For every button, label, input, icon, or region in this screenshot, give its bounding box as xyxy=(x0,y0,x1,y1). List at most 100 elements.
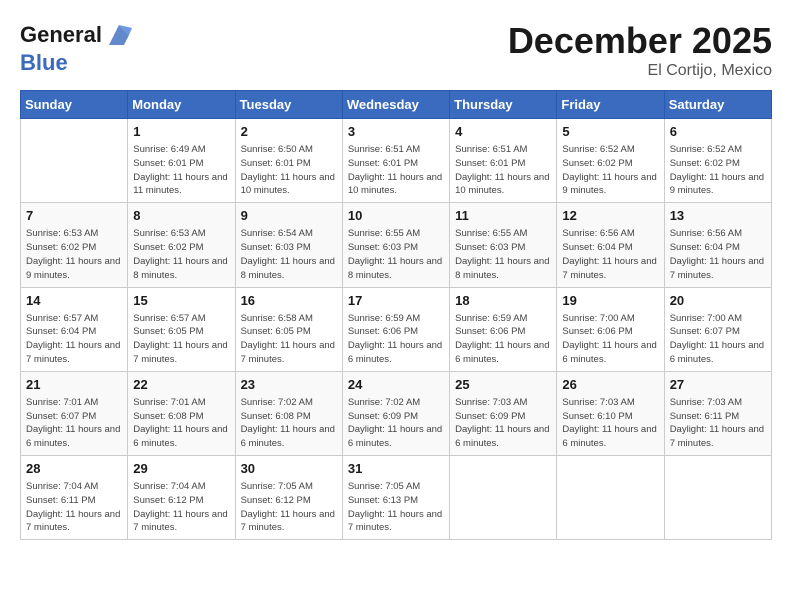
day-info: Sunrise: 6:54 AMSunset: 6:03 PMDaylight:… xyxy=(241,227,337,282)
day-info: Sunrise: 6:53 AMSunset: 6:02 PMDaylight:… xyxy=(133,227,229,282)
logo-icon xyxy=(104,20,134,50)
calendar-cell: 18 Sunrise: 6:59 AMSunset: 6:06 PMDayligh… xyxy=(450,287,557,371)
day-info: Sunrise: 6:57 AMSunset: 6:05 PMDaylight:… xyxy=(133,312,229,367)
day-number: 3 xyxy=(348,123,444,141)
calendar-cell: 22 Sunrise: 7:01 AMSunset: 6:08 PMDayligh… xyxy=(128,371,235,455)
calendar-cell xyxy=(557,456,664,540)
day-info: Sunrise: 6:59 AMSunset: 6:06 PMDaylight:… xyxy=(348,312,444,367)
day-number: 24 xyxy=(348,376,444,394)
day-info: Sunrise: 6:56 AMSunset: 6:04 PMDaylight:… xyxy=(562,227,658,282)
day-number: 11 xyxy=(455,207,551,225)
day-number: 29 xyxy=(133,460,229,478)
day-info: Sunrise: 6:55 AMSunset: 6:03 PMDaylight:… xyxy=(455,227,551,282)
day-number: 31 xyxy=(348,460,444,478)
calendar-cell: 13 Sunrise: 6:56 AMSunset: 6:04 PMDayligh… xyxy=(664,203,771,287)
day-number: 16 xyxy=(241,292,337,310)
day-number: 2 xyxy=(241,123,337,141)
calendar-cell: 12 Sunrise: 6:56 AMSunset: 6:04 PMDayligh… xyxy=(557,203,664,287)
day-number: 12 xyxy=(562,207,658,225)
day-info: Sunrise: 7:05 AMSunset: 6:12 PMDaylight:… xyxy=(241,480,337,535)
header-wednesday: Wednesday xyxy=(342,91,449,119)
month-title: December 2025 xyxy=(508,20,772,62)
day-info: Sunrise: 7:03 AMSunset: 6:10 PMDaylight:… xyxy=(562,396,658,451)
day-info: Sunrise: 6:57 AMSunset: 6:04 PMDaylight:… xyxy=(26,312,122,367)
calendar-cell: 14 Sunrise: 6:57 AMSunset: 6:04 PMDayligh… xyxy=(21,287,128,371)
logo-general: General xyxy=(20,23,102,47)
week-row-4: 28 Sunrise: 7:04 AMSunset: 6:11 PMDayligh… xyxy=(21,456,772,540)
calendar-cell: 16 Sunrise: 6:58 AMSunset: 6:05 PMDayligh… xyxy=(235,287,342,371)
day-number: 22 xyxy=(133,376,229,394)
day-info: Sunrise: 6:52 AMSunset: 6:02 PMDaylight:… xyxy=(562,143,658,198)
day-number: 13 xyxy=(670,207,766,225)
day-info: Sunrise: 7:01 AMSunset: 6:07 PMDaylight:… xyxy=(26,396,122,451)
day-info: Sunrise: 7:05 AMSunset: 6:13 PMDaylight:… xyxy=(348,480,444,535)
day-number: 28 xyxy=(26,460,122,478)
logo: General Blue xyxy=(20,20,134,76)
calendar-cell: 4Sunrise: 6:51 AMSunset: 6:01 PMDaylight… xyxy=(450,119,557,203)
day-number: 27 xyxy=(670,376,766,394)
week-row-0: 1Sunrise: 6:49 AMSunset: 6:01 PMDaylight… xyxy=(21,119,772,203)
calendar-cell: 26 Sunrise: 7:03 AMSunset: 6:10 PMDayligh… xyxy=(557,371,664,455)
day-number: 8 xyxy=(133,207,229,225)
day-number: 19 xyxy=(562,292,658,310)
day-info: Sunrise: 6:51 AMSunset: 6:01 PMDaylight:… xyxy=(348,143,444,198)
calendar-cell: 29 Sunrise: 7:04 AMSunset: 6:12 PMDayligh… xyxy=(128,456,235,540)
day-info: Sunrise: 7:03 AMSunset: 6:11 PMDaylight:… xyxy=(670,396,766,451)
day-number: 18 xyxy=(455,292,551,310)
header-friday: Friday xyxy=(557,91,664,119)
day-number: 9 xyxy=(241,207,337,225)
day-number: 17 xyxy=(348,292,444,310)
day-number: 4 xyxy=(455,123,551,141)
week-row-1: 7 Sunrise: 6:53 AMSunset: 6:02 PMDaylight… xyxy=(21,203,772,287)
day-number: 30 xyxy=(241,460,337,478)
day-number: 21 xyxy=(26,376,122,394)
day-info: Sunrise: 7:03 AMSunset: 6:09 PMDaylight:… xyxy=(455,396,551,451)
day-number: 15 xyxy=(133,292,229,310)
calendar-header: SundayMondayTuesdayWednesdayThursdayFrid… xyxy=(21,91,772,119)
day-number: 7 xyxy=(26,207,122,225)
day-number: 23 xyxy=(241,376,337,394)
day-info: Sunrise: 7:00 AMSunset: 6:06 PMDaylight:… xyxy=(562,312,658,367)
day-number: 25 xyxy=(455,376,551,394)
header-monday: Monday xyxy=(128,91,235,119)
day-info: Sunrise: 6:55 AMSunset: 6:03 PMDaylight:… xyxy=(348,227,444,282)
calendar-cell xyxy=(664,456,771,540)
calendar-cell: 24Sunrise: 7:02 AMSunset: 6:09 PMDayligh… xyxy=(342,371,449,455)
calendar-cell: 9 Sunrise: 6:54 AMSunset: 6:03 PMDaylight… xyxy=(235,203,342,287)
calendar-cell: 5Sunrise: 6:52 AMSunset: 6:02 PMDaylight… xyxy=(557,119,664,203)
calendar-cell xyxy=(21,119,128,203)
calendar-cell: 30 Sunrise: 7:05 AMSunset: 6:12 PMDayligh… xyxy=(235,456,342,540)
header-tuesday: Tuesday xyxy=(235,91,342,119)
calendar-cell: 28 Sunrise: 7:04 AMSunset: 6:11 PMDayligh… xyxy=(21,456,128,540)
calendar-cell: 21 Sunrise: 7:01 AMSunset: 6:07 PMDayligh… xyxy=(21,371,128,455)
calendar-cell: 19 Sunrise: 7:00 AMSunset: 6:06 PMDayligh… xyxy=(557,287,664,371)
day-info: Sunrise: 6:52 AMSunset: 6:02 PMDaylight:… xyxy=(670,143,766,198)
calendar-cell: 11 Sunrise: 6:55 AMSunset: 6:03 PMDayligh… xyxy=(450,203,557,287)
header-sunday: Sunday xyxy=(21,91,128,119)
calendar-cell: 17 Sunrise: 6:59 AMSunset: 6:06 PMDayligh… xyxy=(342,287,449,371)
day-info: Sunrise: 6:53 AMSunset: 6:02 PMDaylight:… xyxy=(26,227,122,282)
title-area: December 2025 El Cortijo, Mexico xyxy=(508,20,772,80)
day-number: 14 xyxy=(26,292,122,310)
day-info: Sunrise: 6:49 AMSunset: 6:01 PMDaylight:… xyxy=(133,143,229,198)
calendar-cell: 23Sunrise: 7:02 AMSunset: 6:08 PMDayligh… xyxy=(235,371,342,455)
day-info: Sunrise: 6:59 AMSunset: 6:06 PMDaylight:… xyxy=(455,312,551,367)
calendar-cell: 25 Sunrise: 7:03 AMSunset: 6:09 PMDayligh… xyxy=(450,371,557,455)
calendar-cell: 8 Sunrise: 6:53 AMSunset: 6:02 PMDaylight… xyxy=(128,203,235,287)
calendar-cell: 7 Sunrise: 6:53 AMSunset: 6:02 PMDaylight… xyxy=(21,203,128,287)
calendar-body: 1Sunrise: 6:49 AMSunset: 6:01 PMDaylight… xyxy=(21,119,772,540)
calendar-cell: 1Sunrise: 6:49 AMSunset: 6:01 PMDaylight… xyxy=(128,119,235,203)
day-info: Sunrise: 7:04 AMSunset: 6:12 PMDaylight:… xyxy=(133,480,229,535)
day-info: Sunrise: 6:56 AMSunset: 6:04 PMDaylight:… xyxy=(670,227,766,282)
day-number: 10 xyxy=(348,207,444,225)
calendar-cell: 31 Sunrise: 7:05 AMSunset: 6:13 PMDayligh… xyxy=(342,456,449,540)
calendar-cell: 10 Sunrise: 6:55 AMSunset: 6:03 PMDayligh… xyxy=(342,203,449,287)
calendar-cell: 2Sunrise: 6:50 AMSunset: 6:01 PMDaylight… xyxy=(235,119,342,203)
day-info: Sunrise: 7:00 AMSunset: 6:07 PMDaylight:… xyxy=(670,312,766,367)
day-info: Sunrise: 7:01 AMSunset: 6:08 PMDaylight:… xyxy=(133,396,229,451)
day-number: 26 xyxy=(562,376,658,394)
header-saturday: Saturday xyxy=(664,91,771,119)
calendar-cell: 15 Sunrise: 6:57 AMSunset: 6:05 PMDayligh… xyxy=(128,287,235,371)
day-info: Sunrise: 6:58 AMSunset: 6:05 PMDaylight:… xyxy=(241,312,337,367)
day-info: Sunrise: 7:04 AMSunset: 6:11 PMDaylight:… xyxy=(26,480,122,535)
